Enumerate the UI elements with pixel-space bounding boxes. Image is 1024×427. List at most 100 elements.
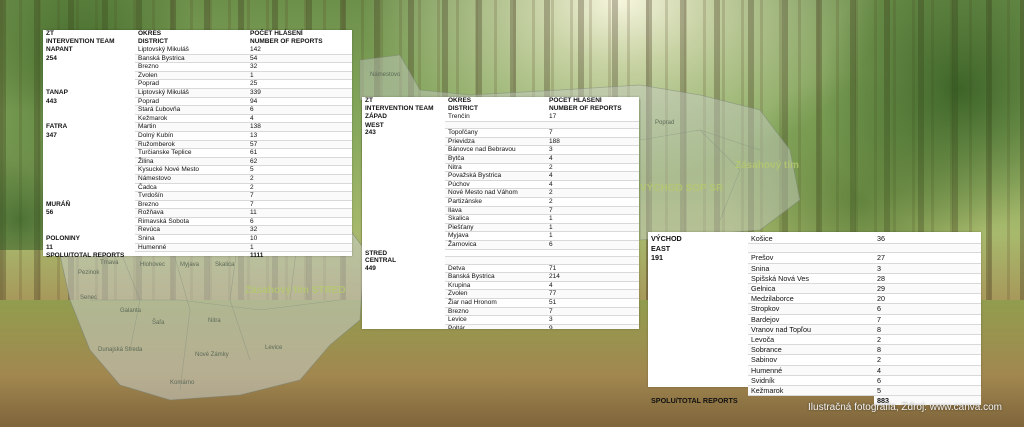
- reports-cell: 32: [247, 226, 352, 236]
- reports-cell: 4: [874, 365, 981, 376]
- team-cell: [648, 274, 748, 284]
- team-cell: [648, 355, 748, 365]
- team-cell: 449: [365, 264, 376, 272]
- map-team-label-vychod2: Zásahový tím: [735, 160, 799, 171]
- header-district-en: DISTRICT: [138, 38, 168, 45]
- reports-cell: 3: [546, 146, 639, 155]
- header-reports-en: NUMBER OF REPORTS: [549, 105, 622, 112]
- team-cell: [648, 325, 748, 335]
- reports-cell: 2: [874, 355, 981, 366]
- table-row: Spišská Nová Ves 28: [648, 274, 981, 285]
- header-district-en: DISTRICT: [448, 105, 478, 112]
- map-label-pezinok: Pezinok: [78, 270, 100, 276]
- team-cell: [362, 138, 445, 147]
- table-row: Zvolen 1: [43, 71, 352, 81]
- map-team-label-vychod: VÝCHOD SOP SR: [640, 183, 724, 194]
- district-cell: Kežmarok: [748, 386, 874, 397]
- reports-cell: 7: [546, 129, 639, 138]
- district-cell: Gelnica: [748, 284, 874, 295]
- reports-cell: 27: [874, 253, 981, 264]
- map-label-trnava: Trnava: [100, 260, 119, 266]
- reports-cell: 1: [546, 215, 639, 224]
- map-label-komarno: Komárno: [170, 380, 195, 386]
- district-cell: Revúca: [135, 226, 247, 236]
- district-cell: Brezno: [135, 63, 247, 72]
- team-cell: [648, 294, 748, 304]
- reports-cell: 5: [874, 386, 981, 397]
- table-row: Kysucké Nové Mesto 5: [43, 166, 352, 175]
- header-reports: POČET HLÁSENÍ: [250, 30, 303, 37]
- table-row: Prievidza 188: [362, 137, 639, 147]
- table-row: Ružomberok 57: [43, 140, 352, 150]
- reports-cell: 138: [247, 123, 352, 132]
- district-cell: Žiar nad Hronom: [445, 299, 546, 308]
- district-cell: Trenčín: [445, 113, 546, 122]
- team-cell: [362, 273, 445, 282]
- reports-cell: 11: [247, 209, 352, 218]
- reports-cell: 4: [247, 115, 352, 124]
- team-cell: TANAP: [46, 88, 68, 96]
- table-row: Gelnica 29: [648, 284, 981, 295]
- team-cell: NAPANT: [46, 46, 73, 53]
- district-cell: Levoča: [748, 335, 874, 346]
- table-row: Snina 3: [648, 263, 981, 274]
- district-cell: Nové Mesto nad Váhom: [445, 189, 546, 198]
- table-row: Brezno 7: [362, 307, 639, 317]
- reports-cell: 2: [247, 184, 352, 193]
- table-row: ZÁPAD Trenčín 17: [362, 113, 639, 122]
- team-cell: [362, 308, 445, 317]
- district-cell: Bardejov: [748, 315, 874, 325]
- district-cell: Ilava: [445, 206, 546, 216]
- district-cell: Medzilaborce: [748, 294, 874, 305]
- team-cell: MURÁŇ: [46, 200, 71, 208]
- reports-cell: 6: [874, 376, 981, 387]
- reports-cell: 1: [247, 71, 352, 81]
- table-row: Levoča 2: [648, 335, 981, 346]
- district-cell: Piešťany: [445, 223, 546, 233]
- reports-cell: 6: [247, 106, 352, 115]
- header-reports-en: NUMBER OF REPORTS: [250, 38, 323, 45]
- team-cell: 254: [46, 54, 57, 62]
- map-team-label-stred: Zásahový tím STRED: [245, 285, 346, 296]
- district-cell: Nitra: [445, 164, 546, 173]
- district-cell: Liptovský Mikuláš: [135, 46, 247, 55]
- reports-cell: 13: [247, 132, 352, 141]
- table-row: Svidník 6: [648, 376, 981, 387]
- table-row: Ilava 7: [362, 206, 639, 216]
- team-cell: POLONINY: [46, 235, 80, 243]
- team-cell: 56: [46, 209, 54, 217]
- table-row: Vranov nad Topľou 8: [648, 324, 981, 336]
- table-row: 11 Humenné 1: [43, 243, 352, 253]
- map-label-galanta: Galanta: [120, 308, 142, 314]
- district-cell: Liptovský Mikuláš: [135, 88, 247, 98]
- team-cell: 347: [46, 131, 57, 139]
- team-cell: 11: [46, 243, 53, 251]
- team-cell: [648, 315, 748, 325]
- table-row: Nitra 2: [362, 164, 639, 173]
- reports-table-north: ZT INTERVENTION TEAM OKRES DISTRICT POČET …: [43, 30, 352, 259]
- district-cell: Humenné: [748, 365, 874, 376]
- table-row: Revúca 32: [43, 226, 352, 236]
- team-cell: WEST: [365, 121, 384, 129]
- table-row: Rimavská Sobota 6: [43, 218, 352, 227]
- district-cell: Čadca: [135, 184, 247, 193]
- reports-cell: 8: [874, 345, 981, 356]
- table-row: CENTRAL: [362, 257, 639, 265]
- table-row: FATRA Martin 138: [43, 123, 352, 132]
- table-row: Bardejov 7: [648, 315, 981, 325]
- table-row: 56 Rožňava 11: [43, 209, 352, 218]
- district-cell: Rimavská Sobota: [135, 218, 247, 227]
- reports-cell: 7: [247, 201, 352, 210]
- reports-cell: 36: [874, 234, 981, 245]
- reports-cell: 1: [247, 243, 352, 253]
- reports-cell: 57: [247, 140, 352, 150]
- district-cell: Turčianske Teplice: [135, 149, 247, 158]
- team-cell: 243: [365, 129, 376, 137]
- table-body: ZÁPAD Trenčín 17 WEST 243 Topoľčany 7 Prievidza…: [362, 113, 639, 329]
- table-row: MURÁŇ Brezno 7: [43, 201, 352, 210]
- team-cell: 443: [46, 97, 57, 105]
- table-row: Žiar nad Hronom 51: [362, 299, 639, 308]
- team-cell: 191: [651, 253, 663, 263]
- reports-cell: 3: [546, 316, 639, 325]
- table-row: Stropkov 6: [648, 304, 981, 315]
